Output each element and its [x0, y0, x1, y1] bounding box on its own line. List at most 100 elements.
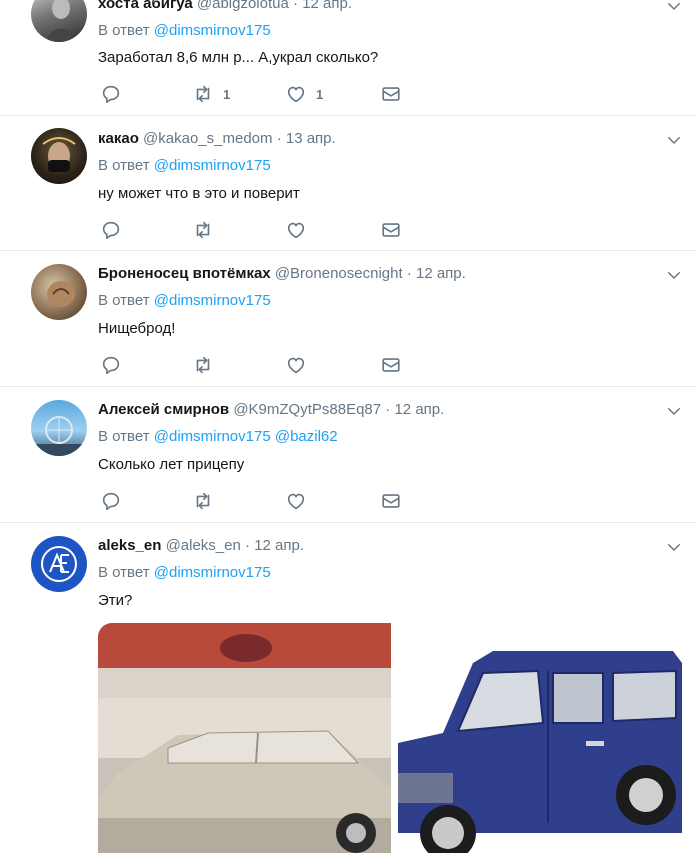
separator-dot: · [385, 401, 391, 418]
photo-blue-suv[interactable] [393, 623, 682, 853]
reply-context: В ответ @dimsmirnov175 @bazil62 [98, 428, 338, 445]
message-icon [380, 354, 402, 376]
separator-dot: · [293, 0, 299, 12]
tweet-date[interactable]: 12 апр. [302, 0, 352, 12]
tweet[interactable]: Алексей смирнов @K9mZQytPs88Eq87 · 12 ап… [0, 387, 697, 523]
reply-prefix: В ответ [98, 292, 150, 309]
avatar[interactable] [31, 400, 87, 456]
reply-icon [100, 219, 122, 241]
tweet-header: хоста абигуа @abigzolotua · 12 апр. [98, 0, 352, 12]
like-button[interactable]: 1 [285, 83, 323, 105]
like-icon [285, 83, 307, 105]
user-handle[interactable]: @aleks_en [166, 537, 241, 554]
avatar[interactable] [31, 0, 87, 42]
retweet-icon [192, 83, 214, 105]
tweet-actions [98, 490, 418, 512]
mention-link[interactable]: @dimsmirnov175 [154, 428, 271, 445]
reply-button[interactable] [100, 83, 122, 105]
mention-link[interactable]: @dimsmirnov175 [154, 292, 271, 309]
retweet-icon [192, 490, 214, 512]
retweet-button[interactable]: 1 [192, 83, 230, 105]
tweet-actions: 1 1 [98, 83, 418, 105]
reply-button[interactable] [100, 490, 122, 512]
aleks-logo-icon [41, 546, 77, 582]
avatar-image [31, 416, 87, 456]
user-handle[interactable]: @kakao_s_medom [143, 130, 272, 147]
tweet-date[interactable]: 12 апр. [254, 537, 304, 554]
reply-prefix: В ответ [98, 564, 150, 581]
like-icon [285, 490, 307, 512]
user-handle[interactable]: @K9mZQytPs88Eq87 [233, 401, 381, 418]
tweet[interactable]: хоста абигуа @abigzolotua · 12 апр. В от… [0, 0, 697, 116]
user-name[interactable]: Броненосец впотёмках [98, 265, 271, 282]
message-icon [380, 490, 402, 512]
like-button[interactable] [285, 354, 316, 376]
tweet-date[interactable]: 12 апр. [416, 265, 466, 282]
user-handle[interactable]: @Bronenosecnight [275, 265, 403, 282]
chevron-down-icon[interactable] [665, 266, 683, 284]
tweet[interactable]: Броненосец впотёмках @Bronenosecnight · … [0, 251, 697, 387]
reply-button[interactable] [100, 219, 122, 241]
chevron-down-icon[interactable] [665, 538, 683, 556]
user-handle[interactable]: @abigzolotua [197, 0, 289, 12]
message-button[interactable] [380, 490, 402, 512]
reply-context: В ответ @dimsmirnov175 [98, 22, 271, 39]
retweet-icon [192, 219, 214, 241]
mention-link[interactable]: @dimsmirnov175 [154, 157, 271, 174]
reply-button[interactable] [100, 354, 122, 376]
like-button[interactable] [285, 490, 316, 512]
reply-icon [100, 83, 122, 105]
avatar-image [47, 0, 75, 42]
separator-dot: · [245, 537, 251, 554]
retweet-count: 1 [223, 86, 231, 102]
message-button[interactable] [380, 83, 402, 105]
avatar-image [42, 137, 76, 172]
photo-beige-car[interactable] [98, 623, 391, 853]
reply-context: В ответ @dimsmirnov175 [98, 564, 271, 581]
tweet[interactable]: какао @kakao_s_medom · 13 апр. В ответ @… [0, 116, 697, 251]
retweet-button[interactable] [192, 354, 223, 376]
chevron-down-icon[interactable] [665, 402, 683, 420]
retweet-icon [192, 354, 214, 376]
avatar[interactable] [31, 536, 87, 592]
message-button[interactable] [380, 219, 402, 241]
avatar-image [47, 281, 75, 307]
separator-dot: · [276, 130, 282, 147]
chevron-down-icon[interactable] [665, 131, 683, 149]
reply-prefix: В ответ [98, 428, 150, 445]
user-name[interactable]: какао [98, 130, 139, 147]
tweet-text: ну может что в это и поверит [98, 185, 300, 202]
retweet-button[interactable] [192, 219, 223, 241]
reply-context: В ответ @dimsmirnov175 [98, 292, 271, 309]
tweet-text: Сколько лет прицепу [98, 456, 245, 473]
user-name[interactable]: хоста абигуа [98, 0, 193, 12]
tweet-text: Эти? [98, 592, 133, 609]
avatar[interactable] [31, 264, 87, 320]
tweet-actions [98, 354, 418, 376]
mention-link[interactable]: @dimsmirnov175 [154, 564, 271, 581]
user-name[interactable]: Алексей смирнов [98, 401, 229, 418]
tweet-header: какао @kakao_s_medom · 13 апр. [98, 130, 336, 147]
tweet-date[interactable]: 12 апр. [394, 401, 444, 418]
tweet-media[interactable] [98, 623, 682, 853]
like-icon [285, 219, 307, 241]
like-count: 1 [316, 86, 324, 102]
mention-link[interactable]: @dimsmirnov175 [154, 22, 271, 39]
message-button[interactable] [380, 354, 402, 376]
reply-context: В ответ @dimsmirnov175 [98, 157, 271, 174]
retweet-button[interactable] [192, 490, 223, 512]
tweet-text: Заработал 8,6 млн р... А,украл сколько? [98, 49, 379, 66]
avatar[interactable] [31, 128, 87, 184]
reply-prefix: В ответ [98, 157, 150, 174]
tweet-header: Броненосец впотёмках @Bronenosecnight · … [98, 265, 466, 282]
tweet-text: Нищеброд! [98, 320, 176, 337]
media-photos [98, 623, 682, 853]
user-name[interactable]: aleks_en [98, 537, 161, 554]
message-icon [380, 83, 402, 105]
like-button[interactable] [285, 219, 316, 241]
reply-icon [100, 354, 122, 376]
tweet-date[interactable]: 13 апр. [286, 130, 336, 147]
mention-link[interactable]: @bazil62 [275, 428, 338, 445]
chevron-down-icon[interactable] [665, 0, 683, 15]
tweet-header: aleks_en @aleks_en · 12 апр. [98, 537, 304, 554]
